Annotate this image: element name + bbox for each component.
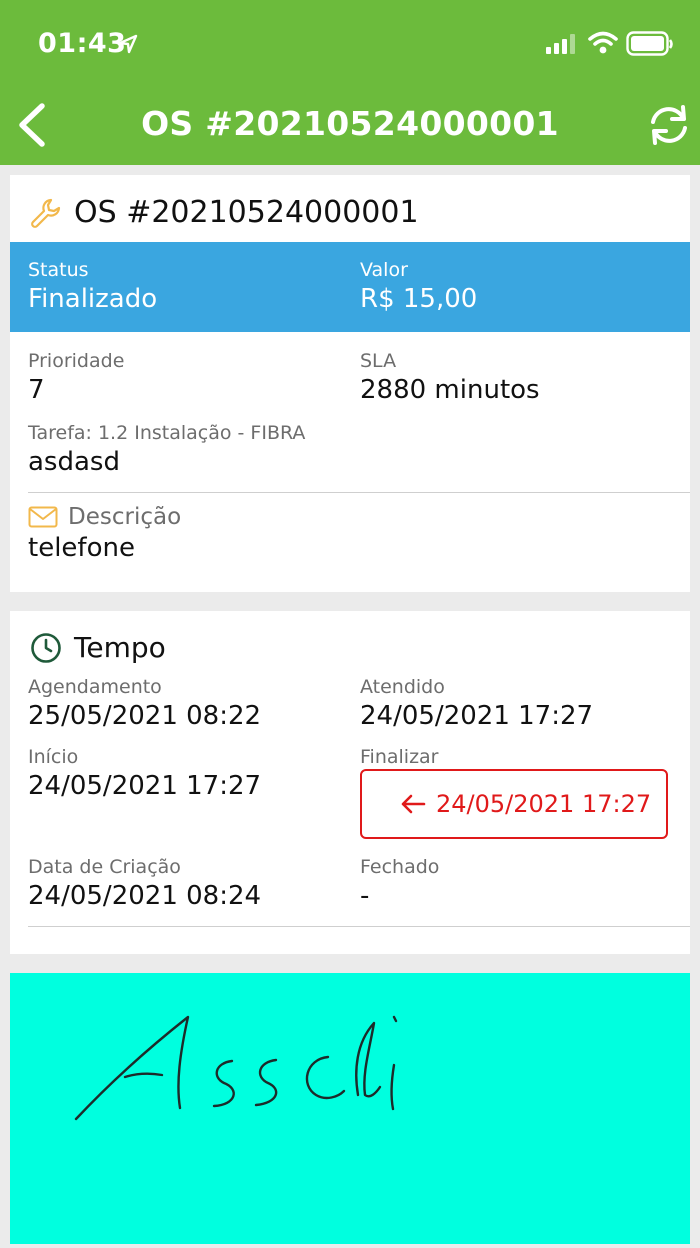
agendamento-label: Agendamento [28, 676, 162, 698]
time-title: Tempo [74, 631, 166, 664]
arrow-left-icon [401, 794, 426, 814]
status-band: Status Finalizado Valor R$ 15,00 [10, 242, 690, 332]
description-value: telefone [28, 533, 135, 563]
criacao-value: 24/05/2021 08:24 [28, 881, 262, 911]
status-label: Status [28, 259, 89, 281]
order-card-header: OS #20210524000001 [30, 195, 419, 230]
wrench-icon [31, 198, 61, 228]
atendido-label: Atendido [360, 676, 445, 698]
app-header: 01:43 OS #20210524000001 [0, 0, 700, 165]
wifi-icon [588, 31, 618, 54]
sla-label: SLA [360, 350, 397, 372]
atendido-value: 24/05/2021 17:27 [360, 701, 594, 731]
priority-label: Prioridade [28, 350, 125, 372]
inicio-value: 24/05/2021 17:27 [28, 771, 262, 801]
order-card: OS #20210524000001 Status Finalizado Val… [10, 175, 690, 592]
fechado-value: - [360, 881, 370, 911]
clock-icon [31, 632, 61, 663]
order-title: OS #20210524000001 [74, 195, 419, 230]
sla-value: 2880 minutos [360, 375, 540, 405]
page-title: OS #20210524000001 [141, 104, 559, 143]
location-arrow-icon [118, 34, 138, 54]
fechado-label: Fechado [360, 856, 440, 878]
divider [28, 492, 690, 493]
finalizar-value: 24/05/2021 17:27 [436, 790, 652, 818]
task-value: asdasd [28, 447, 120, 477]
status-value: Finalizado [28, 284, 158, 314]
value-label: Valor [360, 259, 408, 281]
time-card: Tempo Agendamento 25/05/2021 08:22 Atend… [10, 611, 690, 954]
status-bar-time: 01:43 [38, 28, 127, 59]
criacao-label: Data de Criação [28, 856, 181, 878]
task-label: Tarefa: 1.2 Instalação - FIBRA [28, 422, 306, 444]
battery-icon [626, 31, 673, 56]
agendamento-value: 25/05/2021 08:22 [28, 701, 262, 731]
cellular-signal-icon [546, 34, 575, 54]
finalizar-button[interactable]: 24/05/2021 17:27 [360, 769, 668, 839]
envelope-icon [28, 506, 58, 528]
priority-value: 7 [28, 375, 45, 405]
refresh-icon [651, 105, 687, 145]
description-label: Descrição [68, 504, 182, 530]
finalizar-label: Finalizar [360, 746, 439, 768]
divider [28, 926, 690, 927]
inicio-label: Início [28, 746, 79, 768]
value-amount: R$ 15,00 [360, 284, 478, 314]
time-card-header: Tempo [30, 631, 166, 664]
refresh-button[interactable] [644, 100, 694, 150]
handwritten-signature [74, 1015, 398, 1121]
signature-area [10, 973, 690, 1244]
